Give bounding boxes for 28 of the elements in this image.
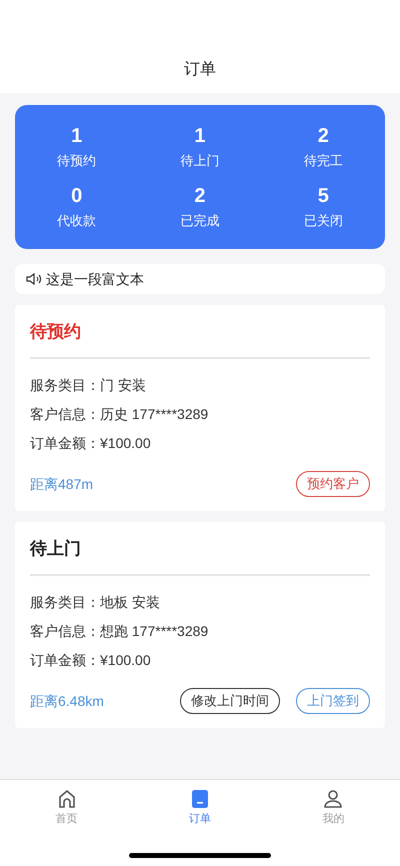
stat-item[interactable]: 2 待完工 — [262, 117, 385, 177]
order-status: 待上门 — [30, 538, 82, 560]
stat-item[interactable]: 1 待上门 — [138, 117, 262, 177]
order-status: 待预约 — [30, 321, 82, 343]
stat-item[interactable]: 2 已完成 — [138, 177, 262, 237]
stat-item[interactable]: 0 代收款 — [15, 177, 138, 237]
page-title: 订单 — [184, 60, 216, 80]
user-icon — [323, 789, 344, 809]
order-field: 服务类目：门 安装 — [30, 375, 370, 395]
order-field: 订单金额：¥100.00 — [30, 650, 370, 670]
action-button[interactable]: 上门签到 — [296, 688, 370, 714]
action-button[interactable]: 修改上门时间 — [180, 688, 280, 714]
distance-text: 距离6.48km — [30, 692, 104, 710]
order-field: 客户信息：想跑 177****3289 — [30, 621, 370, 641]
order-field: 订单金额：¥100.00 — [30, 433, 370, 453]
stat-item[interactable]: 1 待预约 — [15, 117, 138, 177]
document-icon — [190, 789, 209, 809]
tab-item[interactable]: 首页 — [0, 789, 134, 828]
order-field: 客户信息：历史 177****3289 — [30, 404, 370, 424]
stat-item[interactable]: 5 已关闭 — [262, 177, 385, 237]
distance-text: 距离487m — [30, 474, 94, 494]
speaker-icon — [26, 273, 42, 285]
order-field: 服务类目：地板 安装 — [30, 592, 370, 612]
action-button[interactable]: 预约客户 — [296, 471, 370, 497]
tab-item[interactable]: 订单 — [133, 789, 267, 828]
home-icon — [56, 789, 77, 809]
tab-item[interactable]: 我的 — [266, 789, 400, 828]
notice-text: 这是一段富文本 — [46, 270, 144, 288]
